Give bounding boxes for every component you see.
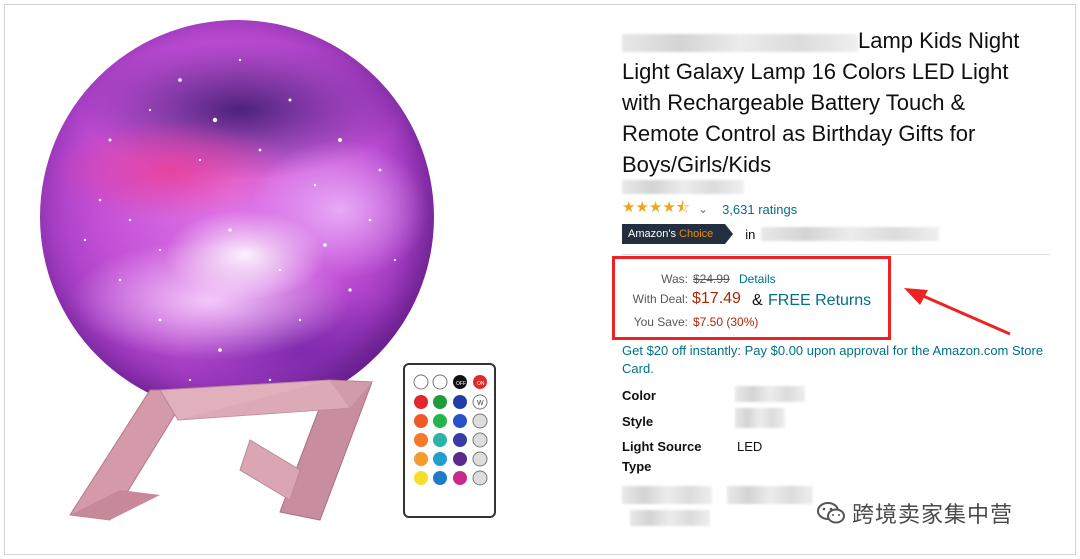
color-label: Color: [622, 388, 656, 403]
redacted-brand-link: [622, 180, 744, 194]
remote-control-image: OFF ON W: [403, 363, 496, 518]
chevron-down-icon[interactable]: ⌄: [698, 202, 708, 216]
svg-text:W: W: [477, 400, 484, 407]
with-deal-label: With Deal:: [632, 292, 688, 306]
was-price: $24.99: [693, 272, 730, 286]
redacted-style-value: [735, 408, 785, 428]
redacted-color-value: [735, 386, 805, 402]
badge-choice: Choice: [679, 228, 714, 240]
amazons-choice-badge: Amazon's Choice: [622, 224, 734, 244]
divider: [622, 254, 1050, 255]
light-source-label: Light Source: [622, 439, 702, 454]
badge-prefix: Amazon's: [628, 228, 676, 240]
redacted-category-link: [761, 227, 940, 241]
title-line-1: Lamp Kids Night: [858, 28, 1020, 53]
wechat-icon: [817, 502, 845, 524]
style-label: Style: [622, 414, 654, 429]
watermark-text: 跨境卖家集中营: [852, 503, 1014, 528]
badge-in-text: in: [745, 226, 756, 242]
deal-price: $17.49: [692, 290, 741, 307]
title-line-2: Light Galaxy Lamp 16 Colors LED Light: [622, 59, 1009, 84]
redacted-attribute-value: [727, 486, 813, 504]
was-label: Was:: [661, 272, 688, 286]
title-line-3: with Rechargeable Battery Touch &: [622, 90, 966, 115]
details-link[interactable]: Details: [739, 272, 776, 286]
badge-row: Amazon's Choice in: [622, 224, 940, 244]
wechat-watermark: 跨境卖家集中营: [816, 497, 1013, 529]
title-line-5: Boys/Girls/Kids: [622, 152, 772, 177]
product-image[interactable]: OFF ON W: [0, 0, 560, 559]
redacted-attribute-label: [622, 486, 712, 504]
star-rating-icon[interactable]: ★★★★⯪: [622, 197, 690, 222]
redacted-title-start: [622, 34, 858, 52]
you-save-label: You Save:: [633, 315, 688, 329]
free-returns-link[interactable]: FREE Returns: [768, 292, 871, 310]
light-source-value: LED: [737, 439, 763, 454]
ratings-count-link[interactable]: 3,631 ratings: [722, 202, 797, 217]
rating-row: ★★★★⯪ ⌄ 3,631 ratings: [622, 199, 797, 218]
redacted-attribute-label-2: [630, 510, 710, 526]
svg-text:OFF: OFF: [456, 381, 466, 387]
light-source-label-type: Type: [622, 459, 652, 474]
remote-buttons: OFF ON W: [413, 374, 488, 486]
you-save-value: $7.50 (30%): [693, 315, 759, 329]
svg-text:ON: ON: [477, 381, 485, 387]
amp-symbol: &: [752, 292, 763, 309]
store-card-promo-link[interactable]: Get $20 off instantly: Pay $0.00 upon ap…: [622, 342, 1062, 378]
title-line-4: Remote Control as Birthday Gifts for: [622, 121, 976, 146]
